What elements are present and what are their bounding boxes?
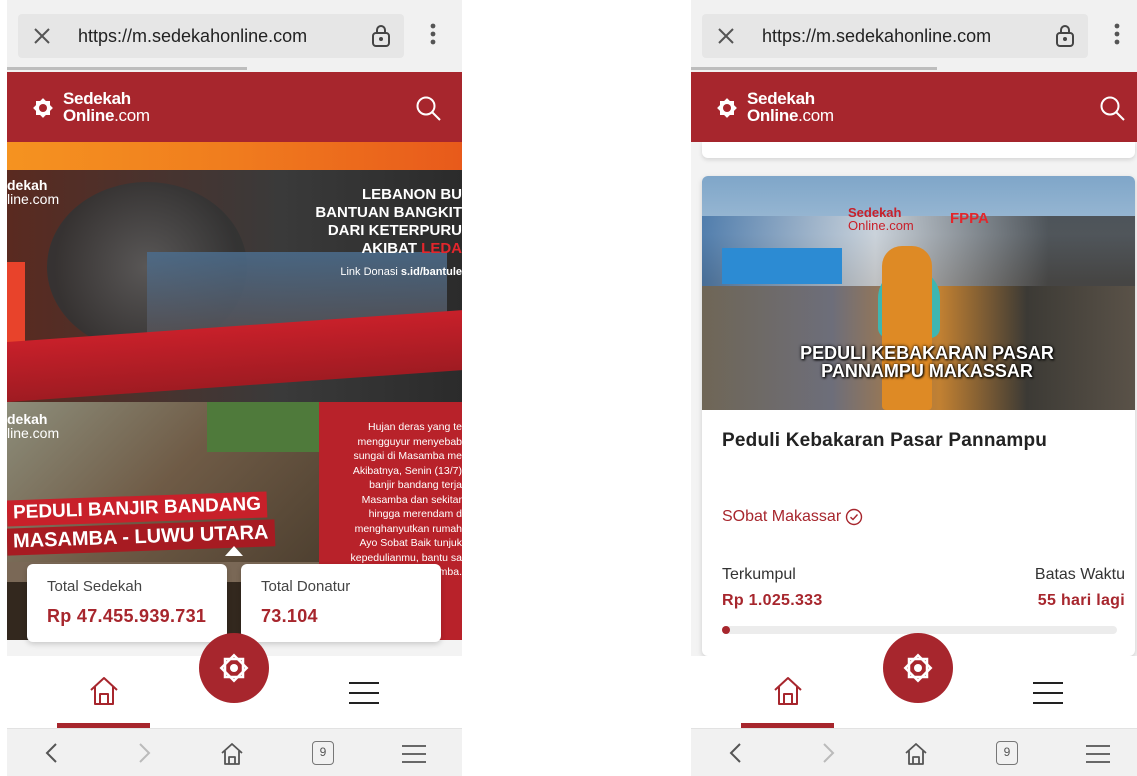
home-icon[interactable] <box>771 674 805 708</box>
campaign-image-logos: Sedekah Online.com FPPA <box>848 206 1008 236</box>
lock-icon[interactable] <box>1053 23 1077 49</box>
collected-value: Rp 1.025.333 <box>722 592 823 609</box>
banner-headline: PEDULI BANJIR BANDANG MASAMBA - LUWU UTA… <box>7 491 327 556</box>
banner-title: LEBANON BU BANTUAN BANGKIT DARI KETERPUR… <box>262 186 462 258</box>
banner-link-label: Link Donasi <box>340 266 398 278</box>
deadline-label: Batas Waktu <box>1034 566 1125 583</box>
chevron-left-icon[interactable] <box>41 741 65 765</box>
campaign-card[interactable]: Sedekah Online.com FPPA PEDULI KEBAKARAN … <box>702 176 1135 656</box>
stat-card-total-donatur: Total Donatur 73.104 <box>241 564 441 642</box>
banner-brand-bottom: line.com <box>7 191 60 207</box>
logo-text-light: .com <box>114 106 150 125</box>
banner-trees <box>207 402 322 452</box>
url-text[interactable]: https://m.sedekahonline.com <box>762 26 991 47</box>
campaign-logo-bottom: Online.com <box>848 218 914 233</box>
stat-value: Rp 47.455.939.731 <box>47 606 207 626</box>
close-icon[interactable] <box>30 24 54 48</box>
home-icon[interactable] <box>87 674 121 708</box>
logo-text-bold: Online <box>63 106 115 125</box>
page-load-progress <box>691 67 937 70</box>
campaign-image-figure-orange <box>882 246 932 410</box>
brand-logo[interactable]: Sedekah Online.com <box>711 90 861 126</box>
hamburger-menu-icon[interactable] <box>347 680 381 706</box>
phone-screen-right: https://m.sedekahonline.com Sedekah Onli… <box>691 0 1137 776</box>
donate-fab-button[interactable] <box>199 633 269 703</box>
banner-link-url: s.id/bantule <box>400 266 462 278</box>
donation-progress-fill <box>722 626 730 634</box>
more-vertical-icon[interactable] <box>423 22 443 50</box>
banner-brand-top: dekah <box>7 411 48 427</box>
home-icon[interactable] <box>219 741 245 767</box>
logo-text-light: .com <box>798 106 834 125</box>
stat-card-total-sedekah: Total Sedekah Rp 47.455.939.731 <box>27 564 227 642</box>
deadline-value: 55 hari lagi <box>1037 592 1125 609</box>
campaign-logo-partner: FPPA <box>950 210 989 227</box>
sedekah-logo-icon <box>33 98 53 118</box>
browser-bottom-nav: 9 <box>7 728 462 776</box>
campaign-logo-sedekah: Sedekah Online.com <box>848 206 914 232</box>
browser-bottom-nav: 9 <box>691 728 1137 776</box>
stat-pointer <box>225 546 243 556</box>
campaign-image: Sedekah Online.com FPPA PEDULI KEBAKARAN … <box>702 176 1135 410</box>
banner-fire-strip <box>7 142 462 170</box>
banner-brand: dekah line.com <box>7 178 59 206</box>
banner-title-highlight: LEDA <box>421 240 462 257</box>
banner-brand-top: dekah <box>7 177 48 193</box>
lock-icon[interactable] <box>369 23 393 49</box>
banner-description: Hujan deras yang te mengguyur menyebab s… <box>350 421 463 578</box>
url-text[interactable]: https://m.sedekahonline.com <box>78 26 307 47</box>
url-bar[interactable]: https://m.sedekahonline.com <box>702 14 1088 58</box>
brand-logo[interactable]: Sedekah Online.com <box>27 90 177 126</box>
home-icon[interactable] <box>903 741 929 767</box>
stat-label: Total Donatur <box>261 578 351 595</box>
sedekah-logo-icon <box>219 653 249 683</box>
hamburger-menu-icon[interactable] <box>1085 744 1111 764</box>
close-icon[interactable] <box>714 24 738 48</box>
page-load-progress <box>7 67 247 70</box>
verified-check-icon <box>845 508 863 526</box>
tabs-icon[interactable]: 9 <box>312 741 334 765</box>
campaign-title[interactable]: Peduli Kebakaran Pasar Pannampu <box>722 430 1047 452</box>
chevron-left-icon[interactable] <box>725 741 749 765</box>
browser-toolbar: https://m.sedekahonline.com <box>691 0 1137 72</box>
stat-value: 73.104 <box>261 606 318 626</box>
banner-lebanon[interactable]: dekah line.com LEBANON BU BANTUAN BANGKIT… <box>7 142 462 402</box>
campaign-organizer[interactable]: SObat Makassar <box>722 508 863 526</box>
search-icon[interactable] <box>414 94 442 122</box>
stat-label: Total Sedekah <box>47 578 143 595</box>
app-header: Sedekah Online.com <box>691 72 1137 142</box>
logo-text-bottom: Online.com <box>747 107 834 124</box>
banner-brand: dekah line.com <box>7 412 59 440</box>
hamburger-menu-icon[interactable] <box>1031 680 1065 706</box>
sedekah-logo-icon <box>903 653 933 683</box>
url-bar[interactable]: https://m.sedekahonline.com <box>18 14 404 58</box>
campaign-image-tarp <box>722 248 842 284</box>
banner-link: Link Donasi s.id/bantule <box>340 266 462 278</box>
app-header: Sedekah Online.com <box>7 72 462 142</box>
chevron-right-icon[interactable] <box>131 741 155 765</box>
previous-card-edge <box>702 142 1135 158</box>
more-vertical-icon[interactable] <box>1107 22 1127 50</box>
banner-brand-bottom: line.com <box>7 425 60 441</box>
campaign-image-caption: PEDULI KEBAKARAN PASAR PANNAMPU MAKASSAR <box>800 343 1054 381</box>
chevron-right-icon[interactable] <box>815 741 839 765</box>
logo-text-bottom: Online.com <box>63 107 150 124</box>
search-icon[interactable] <box>1098 94 1126 122</box>
logo-text-top: Sedekah <box>63 89 131 108</box>
hamburger-menu-icon[interactable] <box>401 744 427 764</box>
tabs-icon[interactable]: 9 <box>996 741 1018 765</box>
browser-toolbar: https://m.sedekahonline.com <box>7 0 462 72</box>
phone-screen-left: https://m.sedekahonline.com Sedekah Onli… <box>7 0 462 776</box>
donate-fab-button[interactable] <box>883 633 953 703</box>
collected-label: Terkumpul <box>722 566 796 583</box>
logo-text-bold: Online <box>747 106 799 125</box>
logo-text-top: Sedekah <box>747 89 815 108</box>
campaign-organizer-name: SObat Makassar <box>722 508 842 526</box>
sedekah-logo-icon <box>717 98 737 118</box>
